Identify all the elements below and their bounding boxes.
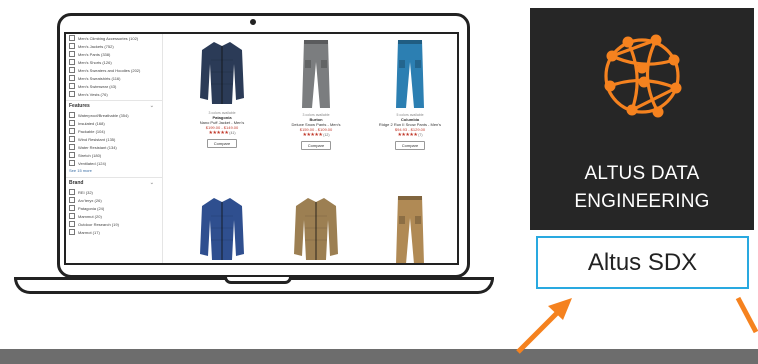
- arrow-down-right: [735, 296, 758, 334]
- arrow-icons: [516, 296, 758, 354]
- arrow-up-right: [516, 308, 562, 354]
